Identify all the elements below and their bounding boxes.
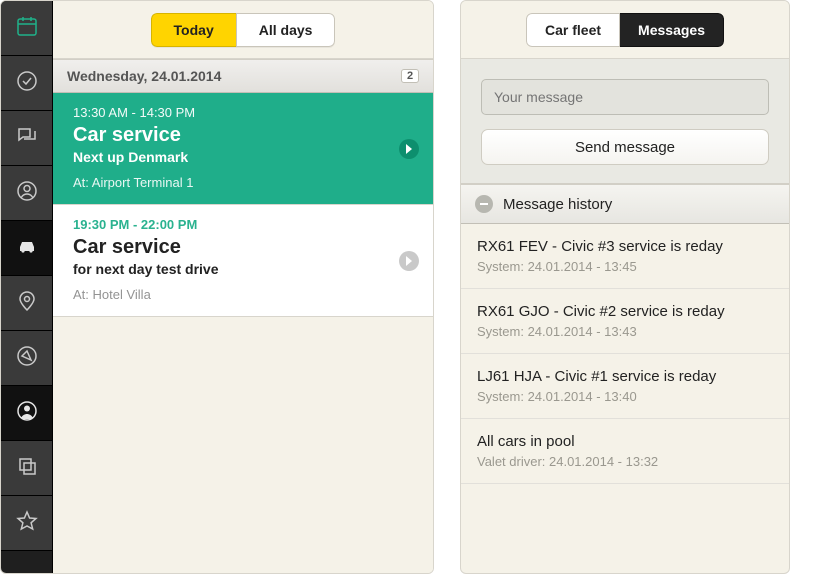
message-row[interactable]: All cars in pool Valet driver: 24.01.201… xyxy=(461,419,789,484)
pin-icon xyxy=(15,289,39,318)
message-input[interactable] xyxy=(481,79,769,115)
day-count-badge: 2 xyxy=(401,69,419,83)
sidebar-copy[interactable] xyxy=(1,441,52,496)
message-title: RX61 FEV - Civic #3 service is reday xyxy=(477,238,773,255)
sidebar-fleet[interactable] xyxy=(1,221,52,276)
schedule-panel: Today All days Wednesday, 24.01.2014 2 1… xyxy=(0,0,434,574)
chevron-right-icon xyxy=(399,251,419,271)
appointment-title: Car service xyxy=(73,124,417,147)
schedule-tabs: Today All days xyxy=(53,1,433,59)
copy-icon xyxy=(15,454,39,483)
day-header-label: Wednesday, 24.01.2014 xyxy=(67,68,221,84)
appointment-title: Car service xyxy=(73,236,417,259)
sidebar-navigate[interactable] xyxy=(1,331,52,386)
user-filled-icon xyxy=(15,399,39,428)
calendar-icon xyxy=(15,14,39,43)
send-message-button[interactable]: Send message xyxy=(481,129,769,165)
tab-today[interactable]: Today xyxy=(151,13,236,47)
tab-alldays[interactable]: All days xyxy=(236,13,336,47)
message-title: LJ61 HJA - Civic #1 service is reday xyxy=(477,368,773,385)
appointment-row[interactable]: 19:30 PM - 22:00 PM Car service for next… xyxy=(53,205,433,317)
chevron-right-icon xyxy=(399,139,419,159)
tab-messages[interactable]: Messages xyxy=(620,13,724,47)
appointment-row[interactable]: 13:30 AM - 14:30 PM Car service Next up … xyxy=(53,93,433,205)
check-circle-icon xyxy=(15,69,39,98)
appointment-location: At: Airport Terminal 1 xyxy=(73,175,417,190)
schedule-main: Today All days Wednesday, 24.01.2014 2 1… xyxy=(53,1,433,573)
sidebar-profile[interactable] xyxy=(1,166,52,221)
appointment-subtitle: Next up Denmark xyxy=(73,149,417,165)
collapse-icon xyxy=(475,195,493,213)
chat-icon xyxy=(15,124,39,153)
messages-panel: Car fleet Messages Send message Message … xyxy=(460,0,790,574)
car-icon xyxy=(15,234,39,263)
message-history-label: Message history xyxy=(503,196,612,213)
appointment-location: At: Hotel Villa xyxy=(73,287,417,302)
sidebar-tasks[interactable] xyxy=(1,56,52,111)
message-title: All cars in pool xyxy=(477,433,773,450)
sidebar-calendar[interactable] xyxy=(1,1,52,56)
star-icon xyxy=(15,509,39,538)
sidebar-favorites[interactable] xyxy=(1,496,52,551)
message-meta: System: 24.01.2014 - 13:45 xyxy=(477,259,773,274)
message-meta: System: 24.01.2014 - 13:40 xyxy=(477,389,773,404)
messages-tabs: Car fleet Messages xyxy=(461,1,789,59)
sidebar-location[interactable] xyxy=(1,276,52,331)
compose-area: Send message xyxy=(461,59,789,184)
message-row[interactable]: LJ61 HJA - Civic #1 service is reday Sys… xyxy=(461,354,789,419)
appointment-time: 13:30 AM - 14:30 PM xyxy=(73,105,417,120)
tab-car-fleet[interactable]: Car fleet xyxy=(526,13,620,47)
appointment-time: 19:30 PM - 22:00 PM xyxy=(73,217,417,232)
sidebar-chat[interactable] xyxy=(1,111,52,166)
message-row[interactable]: RX61 GJO - Civic #2 service is reday Sys… xyxy=(461,289,789,354)
message-meta: Valet driver: 24.01.2014 - 13:32 xyxy=(477,454,773,469)
appointment-subtitle: for next day test drive xyxy=(73,261,417,277)
user-icon xyxy=(15,179,39,208)
message-history-header[interactable]: Message history xyxy=(461,184,789,224)
sidebar-account[interactable] xyxy=(1,386,52,441)
sidebar xyxy=(1,1,53,573)
message-meta: System: 24.01.2014 - 13:43 xyxy=(477,324,773,339)
compass-icon xyxy=(15,344,39,373)
empty-area xyxy=(53,317,433,573)
day-header: Wednesday, 24.01.2014 2 xyxy=(53,59,433,93)
message-row[interactable]: RX61 FEV - Civic #3 service is reday Sys… xyxy=(461,224,789,289)
message-title: RX61 GJO - Civic #2 service is reday xyxy=(477,303,773,320)
